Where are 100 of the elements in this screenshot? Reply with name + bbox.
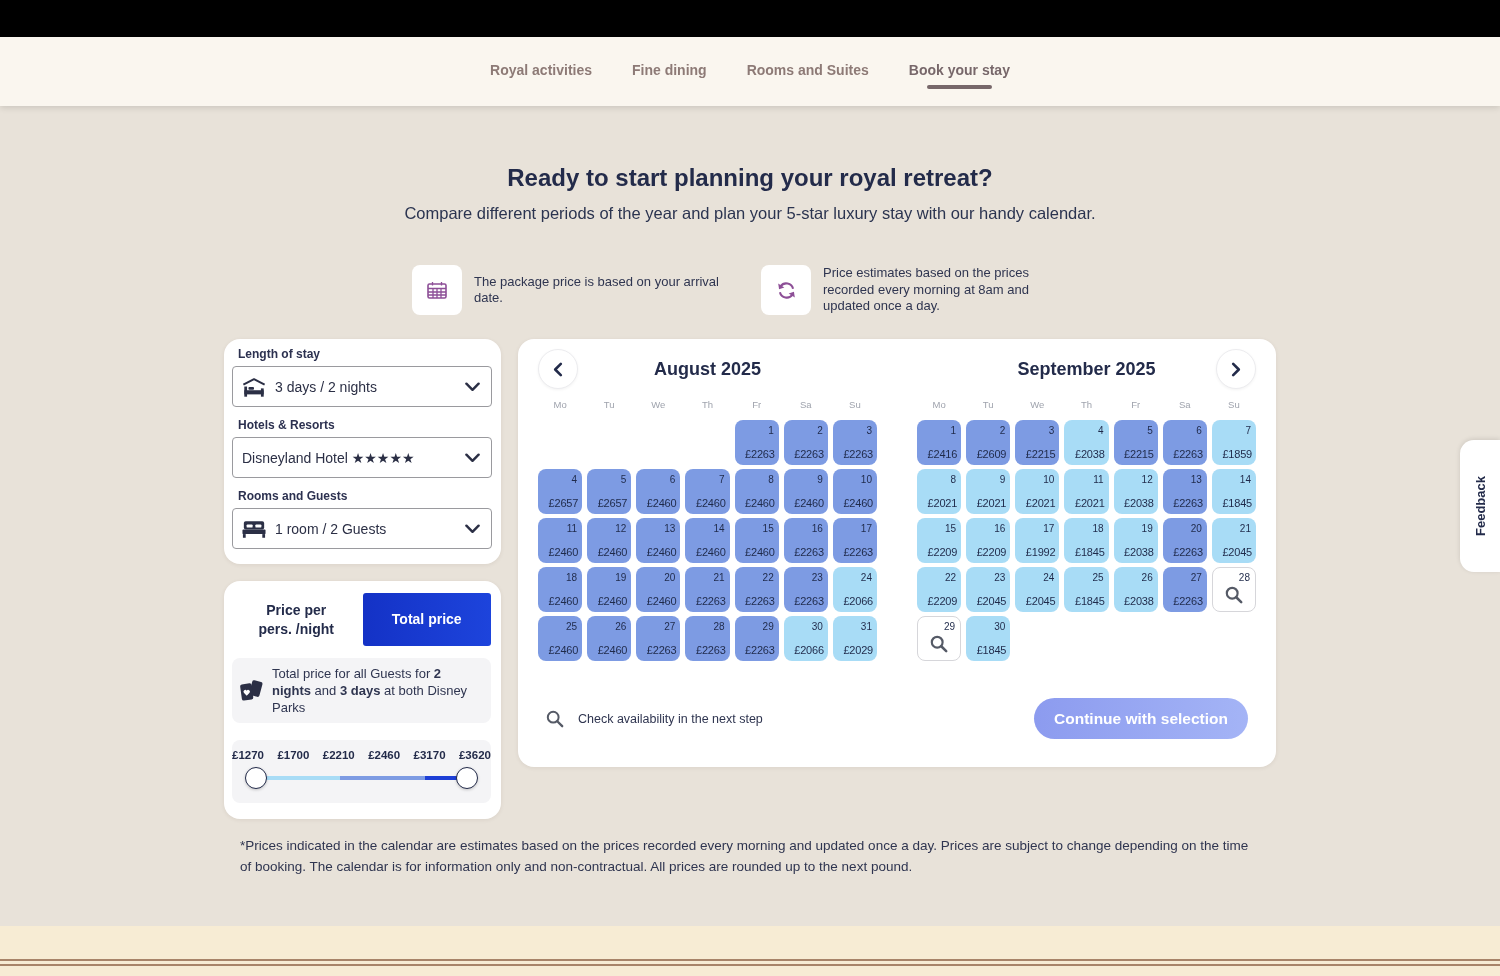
search-icon bbox=[1224, 586, 1243, 604]
calendar-day[interactable]: 1 £2416 bbox=[917, 420, 962, 465]
calendar-day[interactable]: 27 £2263 bbox=[636, 616, 681, 661]
calendar-day[interactable]: 30 £1845 bbox=[966, 616, 1011, 661]
tickets-icon bbox=[239, 679, 264, 702]
calendar-day[interactable]: 22 £2209 bbox=[917, 567, 962, 612]
calendar-day[interactable]: 8 £2021 bbox=[917, 469, 962, 514]
calendar-day[interactable]: 28 £2263 bbox=[685, 616, 730, 661]
calendar-day[interactable]: 7 £2460 bbox=[685, 469, 730, 514]
calendar-day[interactable]: 29 bbox=[917, 616, 962, 661]
calendar-day[interactable]: 29 £2263 bbox=[734, 616, 779, 661]
calendar-day[interactable]: 20 £2460 bbox=[636, 567, 681, 612]
calendar-day[interactable]: 14 £1845 bbox=[1211, 469, 1256, 514]
price-label: £2460 bbox=[368, 748, 401, 762]
calendar-day[interactable]: 13 £2263 bbox=[1162, 469, 1207, 514]
calendar-day[interactable]: 9 £2021 bbox=[966, 469, 1011, 514]
nav-tab[interactable]: Fine dining bbox=[632, 62, 707, 93]
price-range-slider[interactable] bbox=[245, 766, 478, 790]
calendar-day[interactable]: 1 £2263 bbox=[734, 420, 779, 465]
calendar-day[interactable]: 9 £2460 bbox=[783, 469, 828, 514]
chevron-down-icon bbox=[465, 381, 480, 392]
calendar-day[interactable]: 27 £2263 bbox=[1162, 567, 1207, 612]
price-label: £2210 bbox=[322, 748, 355, 762]
calendar-day[interactable]: 17 £2263 bbox=[832, 518, 877, 563]
calendar-day[interactable]: 6 £2263 bbox=[1162, 420, 1207, 465]
rooms-guests-dropdown[interactable]: 1 room / 2 Guests bbox=[232, 508, 492, 549]
calendar-day[interactable]: 23 £2263 bbox=[783, 567, 828, 612]
calendar-day[interactable]: 3 £2263 bbox=[832, 420, 877, 465]
next-month-button[interactable] bbox=[1216, 349, 1256, 389]
calendar-day[interactable]: 4 £2657 bbox=[538, 469, 583, 514]
chevron-down-icon bbox=[465, 452, 480, 463]
calendar-day[interactable]: 26 £2460 bbox=[587, 616, 632, 661]
calendar-day[interactable]: 17 £1992 bbox=[1015, 518, 1060, 563]
nav-tab[interactable]: Rooms and Suites bbox=[746, 62, 869, 93]
calendar-day[interactable]: 26 £2038 bbox=[1113, 567, 1158, 612]
calendar-day[interactable]: 23 £2045 bbox=[966, 567, 1011, 612]
slider-handle[interactable] bbox=[456, 767, 478, 789]
page-title: Ready to start planning your royal retreat? bbox=[507, 163, 993, 193]
search-icon bbox=[930, 635, 949, 653]
month-title: August 2025 bbox=[652, 358, 762, 380]
calendar-day[interactable]: 15 £2460 bbox=[734, 518, 779, 563]
calendar-day[interactable]: 6 £2460 bbox=[636, 469, 681, 514]
calendar-day[interactable]: 11 £2021 bbox=[1064, 469, 1109, 514]
calendar-day[interactable]: 16 £2209 bbox=[966, 518, 1011, 563]
calendar-day[interactable]: 10 £2460 bbox=[832, 469, 877, 514]
calendar-day[interactable]: 21 £2263 bbox=[685, 567, 730, 612]
slider-handle[interactable] bbox=[245, 767, 267, 789]
weekday-label: Tu bbox=[602, 399, 616, 411]
stay-length-dropdown[interactable]: 3 days / 2 nights bbox=[232, 366, 492, 407]
calendar-day[interactable]: 20 £2263 bbox=[1162, 518, 1207, 563]
calendar-day[interactable]: 31 £2029 bbox=[832, 616, 877, 661]
calendar-day[interactable]: 25 £2460 bbox=[538, 616, 583, 661]
calendar-day[interactable]: 5 £2657 bbox=[587, 469, 632, 514]
field-label: Length of stay bbox=[237, 346, 320, 362]
feedback-tab[interactable]: Feedback bbox=[1460, 440, 1500, 572]
calendar-day[interactable]: 22 £2263 bbox=[734, 567, 779, 612]
calendar-day[interactable]: 21 £2045 bbox=[1211, 518, 1256, 563]
weekday-label: Sa bbox=[798, 399, 813, 411]
calendar-day[interactable]: 5 £2215 bbox=[1113, 420, 1158, 465]
chevron-left-icon bbox=[553, 361, 563, 377]
weekday-label: Mo bbox=[552, 399, 568, 411]
calendar-day[interactable]: 30 £2066 bbox=[783, 616, 828, 661]
month-title: September 2025 bbox=[1016, 358, 1157, 380]
info-text: The package price is based on your arrival date. bbox=[474, 273, 720, 307]
calendar-day[interactable]: 3 £2215 bbox=[1015, 420, 1060, 465]
calendar-day[interactable]: 28 bbox=[1211, 567, 1256, 612]
bed-icon bbox=[242, 519, 266, 538]
calendar-day[interactable]: 24 £2045 bbox=[1015, 567, 1060, 612]
calendar-day[interactable]: 14 £2460 bbox=[685, 518, 730, 563]
hotel-dropdown[interactable]: Disneyland Hotel ★★★★★ bbox=[232, 437, 492, 478]
weekday-label: Th bbox=[700, 399, 715, 411]
weekday-label: We bbox=[1029, 399, 1046, 411]
calendar-day[interactable]: 7 £1859 bbox=[1211, 420, 1256, 465]
calendar-day[interactable]: 18 £1845 bbox=[1064, 518, 1109, 563]
info-text: Price estimates based on the prices recorded every morning at 8am and updated once a day. bbox=[823, 265, 1030, 315]
previous-month-button[interactable] bbox=[538, 349, 578, 389]
page-subtitle: Compare different periods of the year and plan your 5-star luxury stay with our handy calendar. bbox=[404, 203, 1096, 224]
calendar-day[interactable]: 13 £2460 bbox=[636, 518, 681, 563]
nav-tab[interactable]: Royal activities bbox=[490, 62, 592, 93]
calendar-day[interactable]: 19 £2460 bbox=[587, 567, 632, 612]
calendar-day[interactable]: 2 £2609 bbox=[966, 420, 1011, 465]
calendar-day[interactable]: 25 £1845 bbox=[1064, 567, 1109, 612]
calendar-day[interactable]: 12 £2038 bbox=[1113, 469, 1158, 514]
calendar-day[interactable]: 4 £2038 bbox=[1064, 420, 1109, 465]
nav-tab[interactable]: Book your stay bbox=[908, 62, 1010, 93]
calendar-icon bbox=[412, 265, 462, 315]
calendar-day[interactable]: 2 £2263 bbox=[783, 420, 828, 465]
calendar-day[interactable]: 16 £2263 bbox=[783, 518, 828, 563]
calendar-day[interactable]: 8 £2460 bbox=[734, 469, 779, 514]
price-mode-tab[interactable]: Total price bbox=[362, 593, 491, 646]
calendar-day[interactable]: 15 £2209 bbox=[917, 518, 962, 563]
calendar-day[interactable]: 11 £2460 bbox=[538, 518, 583, 563]
calendar-day[interactable]: 12 £2460 bbox=[587, 518, 632, 563]
calendar-day[interactable]: 19 £2038 bbox=[1113, 518, 1158, 563]
field-label: Rooms and Guests bbox=[237, 488, 348, 504]
price-label: £3620 bbox=[458, 748, 491, 762]
calendar-day[interactable]: 10 £2021 bbox=[1015, 469, 1060, 514]
calendar-day[interactable]: 24 £2066 bbox=[832, 567, 877, 612]
weekday-label: Tu bbox=[981, 399, 995, 411]
calendar-day[interactable]: 18 £2460 bbox=[538, 567, 583, 612]
